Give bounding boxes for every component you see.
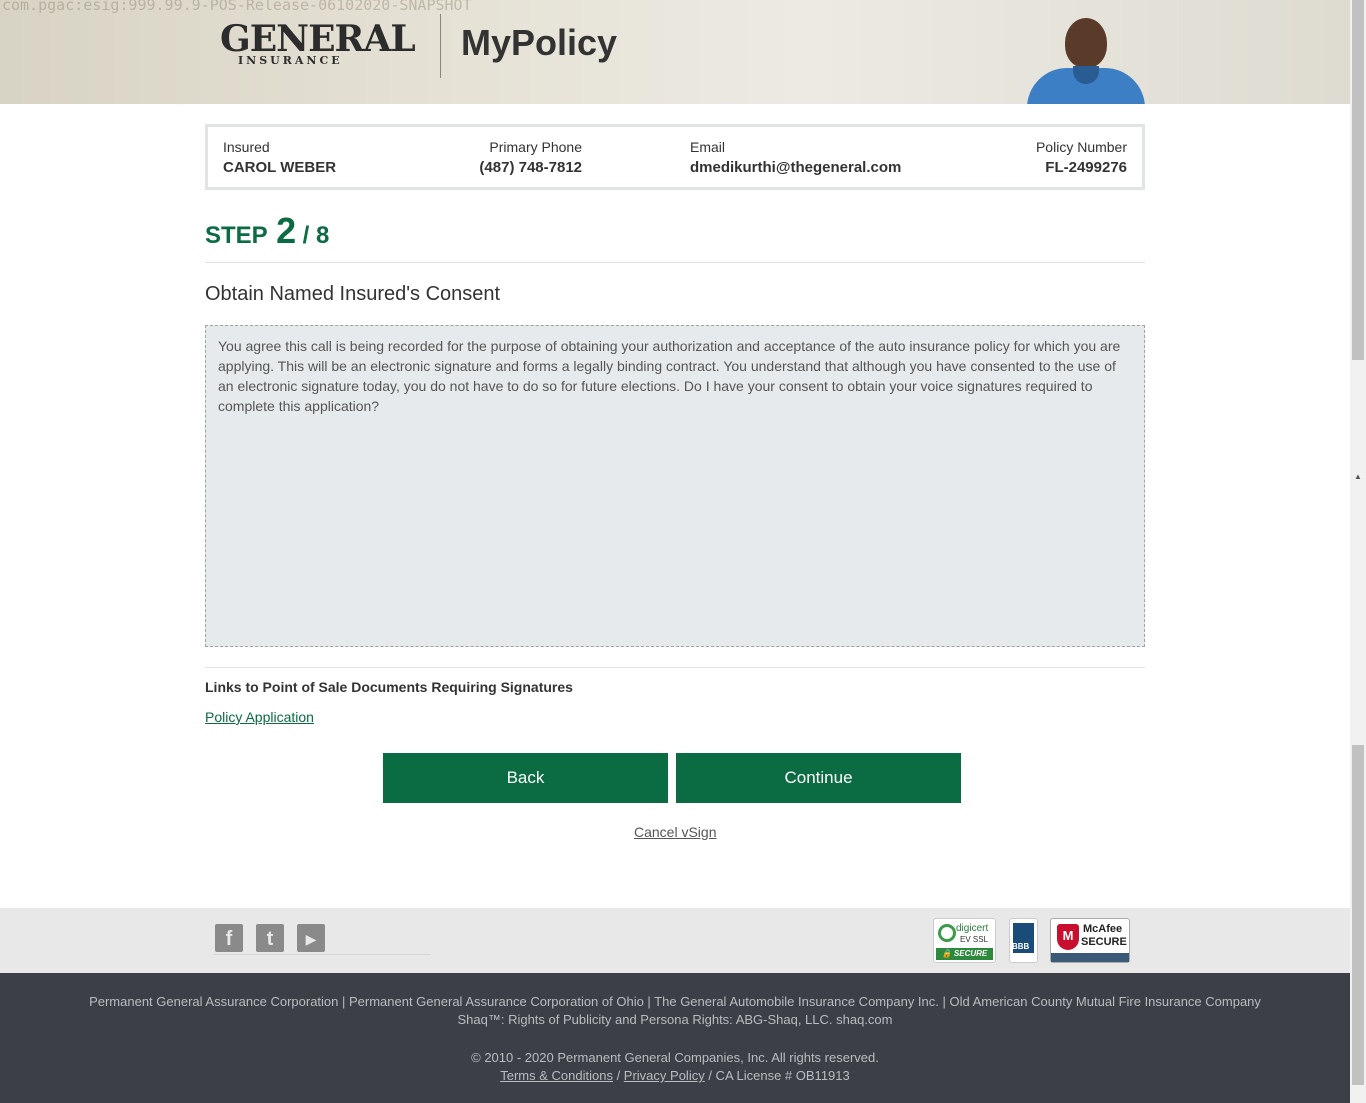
social-underline: [213, 954, 431, 955]
insured-info-box: Insured CAROL WEBER Primary Phone (487) …: [205, 124, 1145, 190]
section-title: Obtain Named Insured's Consent: [205, 283, 501, 305]
scrollbar-thumb[interactable]: [1352, 0, 1364, 360]
facebook-icon[interactable]: f: [215, 924, 243, 952]
insured-value: CAROL WEBER: [223, 159, 337, 176]
footer-shaq: Shaq™: Rights of Publicity and Persona R…: [457, 1012, 893, 1027]
twitter-icon[interactable]: t: [256, 924, 284, 952]
email-value: dmedikurthi@thegeneral.com: [690, 159, 902, 176]
divider: [205, 262, 1145, 263]
phone-value: (487) 748-7812: [479, 159, 582, 176]
ca-license: / CA License # OB11913: [704, 1068, 850, 1083]
header-divider: [440, 14, 441, 78]
app-title: MyPolicy: [461, 22, 618, 63]
mcafee-badge[interactable]: M McAfee SECURE: [1050, 918, 1130, 963]
insured-label: Insured: [223, 139, 270, 155]
digicert-logo-icon: [938, 924, 956, 942]
continue-button[interactable]: Continue: [676, 753, 961, 803]
site-footer: Permanent General Assurance Corporation …: [0, 973, 1350, 1103]
footer-companies: Permanent General Assurance Corporation …: [89, 994, 1261, 1009]
step-indicator: STEP 2 / 8: [205, 210, 329, 252]
cancel-vsign-link[interactable]: Cancel vSign: [634, 824, 717, 840]
digicert-badge[interactable]: digicert EV SSL 🔒 SECURE: [933, 918, 996, 963]
policy-col: Policy Number FL-2499276: [1036, 139, 1127, 176]
consent-text-box: You agree this call is being recorded fo…: [205, 325, 1145, 647]
social-badge-bar: f t ▶ digicert EV SSL 🔒 SECURE BBB M McA…: [0, 908, 1350, 973]
footer-copyright: © 2010 - 2020 Permanent General Companie…: [471, 1050, 879, 1065]
privacy-link[interactable]: Privacy Policy: [624, 1068, 705, 1083]
divider: [205, 667, 1145, 668]
youtube-icon[interactable]: ▶: [297, 924, 325, 952]
back-button[interactable]: Back: [383, 753, 668, 803]
the-general-logo[interactable]: GENERAL INSURANCE: [220, 14, 416, 70]
scrollbar-thumb-lower[interactable]: [1352, 745, 1364, 1085]
step-word: STEP: [205, 222, 268, 249]
insured-col: Insured CAROL WEBER: [223, 139, 336, 176]
spokesperson-image: [1027, 18, 1145, 104]
policy-number-label: Policy Number: [1035, 139, 1127, 155]
page-scrollbar[interactable]: ▲: [1350, 0, 1366, 1103]
phone-label: Primary Phone: [489, 139, 582, 155]
policy-application-link[interactable]: Policy Application: [205, 709, 314, 725]
step-current: 2: [276, 210, 297, 251]
terms-link[interactable]: Terms & Conditions: [500, 1068, 613, 1083]
build-watermark: com.pgac:esig:999.99.9-POS-Release-06102…: [2, 0, 472, 14]
email-col: Email dmedikurthi@thegeneral.com: [690, 139, 901, 176]
mcafee-shield-icon: M: [1057, 924, 1079, 950]
site-header: com.pgac:esig:999.99.9-POS-Release-06102…: [0, 0, 1350, 104]
logo-subtext: INSURANCE: [238, 54, 343, 67]
step-total: / 8: [302, 222, 330, 249]
policy-number-value: FL-2499276: [1045, 159, 1127, 176]
phone-col: Primary Phone (487) 748-7812: [479, 139, 582, 176]
bbb-badge[interactable]: BBB: [1009, 918, 1038, 963]
scroll-up-arrow-icon[interactable]: ▲: [1354, 472, 1362, 481]
documents-title: Links to Point of Sale Documents Requiri…: [205, 679, 573, 695]
email-label: Email: [690, 139, 726, 155]
footer-legal-links: Terms & Conditions / Privacy Policy / CA…: [500, 1068, 850, 1083]
